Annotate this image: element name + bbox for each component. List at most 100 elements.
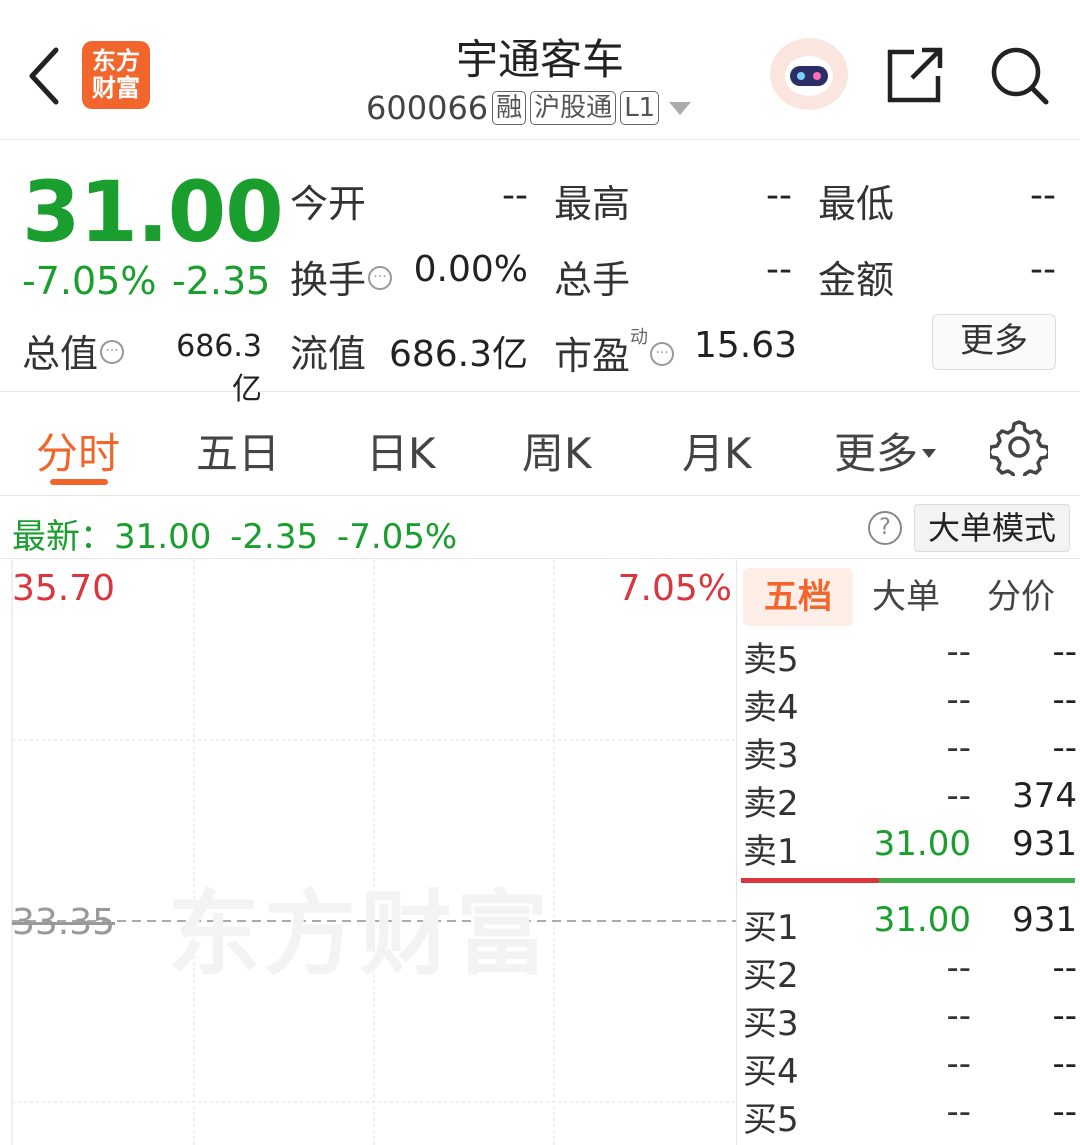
info-icon[interactable]: ··· [650, 342, 675, 366]
turnover-label[interactable]: 换手 ··· [290, 249, 393, 304]
ask-volume: 374 [1012, 776, 1077, 816]
bid-price: -- [946, 1092, 971, 1132]
tab-five-day[interactable]: 五日 [196, 420, 280, 481]
dropdown-caret-icon[interactable] [669, 101, 692, 115]
tab-weekly-k[interactable]: 周K [522, 420, 592, 481]
bid-row-5: 买5 -- -- [743, 1092, 1077, 1140]
turnover-label-text: 换手 [290, 258, 367, 302]
help-icon[interactable]: ? [868, 511, 902, 545]
ask-volume: -- [1052, 728, 1077, 768]
buy-ratio-segment [879, 878, 1075, 883]
float-cap-label: 流值 [290, 332, 367, 376]
market-cap-label[interactable]: 总值 ··· [22, 323, 125, 378]
search-icon[interactable] [988, 44, 1052, 106]
quote-panel: 31.00 -7.05% -2.35 今开 -- 最高 -- 最低 -- 换手 ·… [0, 141, 1080, 407]
bid-label: 买1 [743, 908, 799, 948]
bid-label: 买5 [743, 1100, 799, 1140]
tab-more[interactable]: 更多 [834, 420, 937, 481]
pct-axis-high: 7.05% [617, 568, 732, 609]
level-tag: L1 [620, 91, 660, 125]
latest-quote-text: 最新：31.00 -2.35 -7.05% [12, 517, 458, 557]
stock-name: 宇通客车 [455, 35, 624, 84]
bid-row-1: 买1 31.00 931 [743, 900, 1077, 948]
y-axis-high: 35.70 [12, 568, 116, 609]
tab-daily-k[interactable]: 日K [366, 420, 436, 481]
bid-volume: -- [1052, 1092, 1077, 1132]
open-label: 今开 [290, 182, 367, 226]
bid-row-2: 买2 -- -- [743, 948, 1077, 996]
ask-row-4: 卖4 -- -- [743, 680, 1077, 728]
ask-volume: -- [1052, 632, 1077, 672]
ask-price: -- [946, 680, 971, 720]
volume-value: -- [766, 249, 792, 290]
tab-large-orders[interactable]: 大单 [861, 568, 951, 626]
bid-label: 买3 [743, 1004, 799, 1044]
ask-label: 卖5 [743, 640, 799, 680]
stock-code-row[interactable]: 600066 融 沪股通 L1 [366, 88, 692, 128]
pe-value: 15.63 [694, 325, 798, 366]
change-percent: -7.05% [22, 259, 157, 303]
ask-label: 卖1 [743, 832, 799, 872]
ask-volume: -- [1052, 680, 1077, 720]
ask-label: 卖3 [743, 736, 799, 776]
tab-intraday[interactable]: 分时 [36, 420, 120, 481]
ask-label: 卖2 [743, 784, 799, 824]
more-button[interactable]: 更多 [932, 314, 1056, 370]
tab-five-levels[interactable]: 五档 [743, 568, 853, 626]
tab-monthly-k[interactable]: 月K [682, 420, 752, 481]
back-arrow-icon[interactable] [22, 44, 66, 108]
change-amount: -2.35 [172, 259, 271, 303]
bid-label: 买2 [743, 956, 799, 996]
ask-row-2: 卖2 -- 374 [743, 776, 1077, 824]
margin-tag: 融 [492, 91, 527, 125]
ask-row-3: 卖3 -- -- [743, 728, 1077, 776]
high-value: -- [766, 175, 792, 216]
pe-label[interactable]: 市盈动··· [554, 323, 675, 380]
market-cap-label-text: 总值 [22, 332, 99, 376]
eastmoney-logo: 东方 财富 [82, 41, 150, 109]
tab-price-distribution[interactable]: 分价 [973, 568, 1069, 626]
pe-dynamic-mark: 动 [630, 327, 649, 348]
robot-assistant-icon[interactable] [770, 38, 848, 110]
logo-text-bottom: 财富 [92, 74, 140, 102]
active-tab-indicator [50, 479, 108, 485]
bid-price: -- [946, 996, 971, 1036]
sell-ratio-segment [741, 878, 879, 883]
bid-row-4: 买4 -- -- [743, 1044, 1077, 1092]
stock-code: 600066 [366, 89, 489, 127]
bid-price: 31.00 [873, 900, 971, 940]
share-icon[interactable] [884, 44, 948, 106]
watermark: 东方财富 [168, 881, 553, 988]
chart-tabs: 分时 五日 日K 周K 月K 更多 [0, 392, 1080, 496]
ask-price: -- [946, 728, 971, 768]
float-cap-value: 686.3亿 [388, 334, 528, 375]
latest-quote-strip: 最新：31.00 -2.35 -7.05% ? 大单模式 [0, 497, 1080, 559]
bid-volume: -- [1052, 1044, 1077, 1084]
amount-value: -- [1030, 249, 1056, 290]
bid-volume: -- [1052, 996, 1077, 1036]
open-value: -- [502, 175, 528, 216]
ask-volume: 931 [1012, 824, 1077, 864]
bid-price: -- [946, 948, 971, 988]
ask-label: 卖4 [743, 688, 799, 728]
turnover-value: 0.00% [413, 249, 528, 290]
info-icon[interactable]: ··· [100, 340, 125, 364]
y-axis-prev-close: 33.35 [12, 902, 116, 943]
connect-tag: 沪股通 [530, 91, 617, 125]
top-bar: 东方 财富 宇通客车 600066 融 沪股通 L1 [0, 0, 1080, 140]
large-order-mode-button[interactable]: 大单模式 [914, 504, 1070, 552]
ask-row-5: 卖5 -- -- [743, 632, 1077, 680]
bid-label: 买4 [743, 1052, 799, 1092]
ask-price: -- [946, 632, 971, 672]
logo-text-top: 东方 [92, 47, 140, 75]
settings-gear-icon[interactable] [987, 418, 1051, 484]
intraday-chart[interactable]: 东方财富 35.70 7.05% 33.35 [0, 560, 736, 1145]
bid-row-3: 买3 -- -- [743, 996, 1077, 1044]
bid-price: -- [946, 1044, 971, 1084]
current-price: 31.00 [22, 163, 284, 261]
info-icon[interactable]: ··· [368, 266, 393, 290]
ask-price: 31.00 [873, 824, 971, 864]
ask-price: -- [946, 776, 971, 816]
amount-label: 金额 [818, 258, 895, 302]
dropdown-caret-icon [922, 449, 937, 458]
